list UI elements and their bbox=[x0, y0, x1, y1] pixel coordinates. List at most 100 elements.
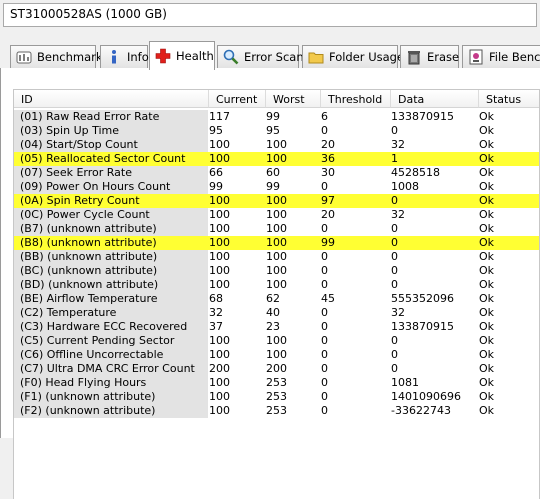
table-row[interactable]: (03) Spin Up Time 95 95 0 0 Ok bbox=[14, 124, 539, 138]
cell-threshold: 0 bbox=[321, 376, 328, 389]
column-header-current[interactable]: Current bbox=[209, 90, 266, 108]
tab-error-scan[interactable]: Error Scan bbox=[217, 45, 304, 68]
column-header-threshold[interactable]: Threshold bbox=[321, 90, 391, 108]
cell-threshold: 0 bbox=[321, 334, 328, 347]
cell-data: 0 bbox=[391, 334, 398, 347]
cell-current: 100 bbox=[209, 404, 230, 417]
table-row[interactable]: (C3) Hardware ECC Recovered 37 23 0 13387091… bbox=[14, 320, 539, 334]
table-row[interactable]: (07) Seek Error Rate 66 60 30 4528518 Ok bbox=[14, 166, 539, 180]
tab-benchmark[interactable]: Benchmark bbox=[10, 45, 103, 68]
cell-data: 32 bbox=[391, 208, 405, 221]
table-header: ID Current Worst Threshold Data Status bbox=[14, 90, 539, 108]
cell-data: 0 bbox=[391, 124, 398, 137]
cell-status: Ok bbox=[479, 362, 495, 375]
cell-id: (0C) Power Cycle Count bbox=[14, 208, 208, 222]
cell-data: 32 bbox=[391, 306, 405, 319]
cell-current: 100 bbox=[209, 208, 230, 221]
table-row[interactable]: (F2) (unknown attribute) 100 253 0 -33622743… bbox=[14, 404, 539, 418]
cell-data: 4528518 bbox=[391, 166, 440, 179]
cell-worst: 95 bbox=[266, 124, 280, 137]
cell-status: Ok bbox=[479, 250, 495, 263]
table-row[interactable]: (C7) Ultra DMA CRC Error Count 200 200 0 0 Ok bbox=[14, 362, 539, 376]
table-row[interactable]: (C5) Current Pending Sector 100 100 0 0 Ok bbox=[14, 334, 539, 348]
cell-current: 100 bbox=[209, 138, 230, 151]
cell-current: 100 bbox=[209, 222, 230, 235]
drive-selector[interactable]: ST31000528AS (1000 GB) bbox=[3, 3, 537, 27]
table-row[interactable]: (09) Power On Hours Count 99 99 0 1008 Ok bbox=[14, 180, 539, 194]
trash-icon bbox=[408, 51, 420, 65]
cell-worst: 200 bbox=[266, 362, 287, 375]
table-row[interactable]: (C6) Offline Uncorrectable 100 100 0 0 Ok bbox=[14, 348, 539, 362]
table-row[interactable]: (0A) Spin Retry Count 100 100 97 0 Ok bbox=[14, 194, 539, 208]
table-row[interactable]: (B8) (unknown attribute) 100 100 99 0 Ok bbox=[14, 236, 539, 250]
cell-status: Ok bbox=[479, 376, 495, 389]
cell-status: Ok bbox=[479, 138, 495, 151]
cell-current: 200 bbox=[209, 362, 230, 375]
cell-threshold: 97 bbox=[321, 194, 335, 207]
cell-current: 100 bbox=[209, 376, 230, 389]
cell-data: 0 bbox=[391, 250, 398, 263]
cell-status: Ok bbox=[479, 180, 495, 193]
column-header-status[interactable]: Status bbox=[479, 90, 539, 108]
table-body: (01) Raw Read Error Rate 117 99 6 133870915 O… bbox=[14, 110, 539, 418]
table-row[interactable]: (BD) (unknown attribute) 100 100 0 0 Ok bbox=[14, 278, 539, 292]
table-row[interactable]: (04) Start/Stop Count 100 100 20 32 Ok bbox=[14, 138, 539, 152]
tab-folder-usage[interactable]: Folder Usage bbox=[302, 45, 404, 68]
cell-id: (05) Reallocated Sector Count bbox=[20, 152, 186, 165]
table-row[interactable]: (BB) (unknown attribute) 100 100 0 0 Ok bbox=[14, 250, 539, 264]
column-header-data[interactable]: Data bbox=[391, 90, 479, 108]
cell-current: 32 bbox=[209, 306, 223, 319]
table-row[interactable]: (BE) Airflow Temperature 68 62 45 555352096 O… bbox=[14, 292, 539, 306]
cell-data: 0 bbox=[391, 348, 398, 361]
cell-threshold: 0 bbox=[321, 278, 328, 291]
cell-id: (0A) Spin Retry Count bbox=[20, 194, 140, 207]
cell-threshold: 0 bbox=[321, 348, 328, 361]
table-row[interactable]: (BC) (unknown attribute) 100 100 0 0 Ok bbox=[14, 264, 539, 278]
cell-worst: 253 bbox=[266, 404, 287, 417]
info-icon bbox=[112, 50, 116, 64]
table-row[interactable]: (05) Reallocated Sector Count 100 100 36 1 Ok bbox=[14, 152, 539, 166]
table-row[interactable]: (01) Raw Read Error Rate 117 99 6 133870915 O… bbox=[14, 110, 539, 124]
cell-current: 100 bbox=[209, 152, 230, 165]
cell-id: (B8) (unknown attribute) bbox=[20, 236, 157, 249]
cell-id: (BC) (unknown attribute) bbox=[14, 264, 208, 278]
tab-health[interactable]: Health bbox=[149, 41, 215, 70]
cell-threshold: 0 bbox=[321, 320, 328, 333]
folder-icon bbox=[308, 52, 324, 64]
cell-data: 555352096 bbox=[391, 292, 454, 305]
cell-current: 37 bbox=[209, 320, 223, 333]
cell-status: Ok bbox=[479, 236, 495, 249]
cell-status: Ok bbox=[479, 152, 495, 165]
health-panel: ID Current Worst Threshold Data Status (… bbox=[0, 68, 540, 499]
cell-threshold: 0 bbox=[321, 180, 328, 193]
cell-data: 1008 bbox=[391, 180, 419, 193]
table-row[interactable]: (F1) (unknown attribute) 100 253 0 140109069… bbox=[14, 390, 539, 404]
tab-label: Error Scan bbox=[244, 50, 304, 64]
column-header-worst[interactable]: Worst bbox=[266, 90, 321, 108]
tab-erase[interactable]: Erase bbox=[400, 45, 459, 68]
tab-info[interactable]: Info bbox=[100, 45, 149, 68]
cell-id: (F0) Head Flying Hours bbox=[14, 376, 208, 390]
cell-threshold: 0 bbox=[321, 250, 328, 263]
tab-file-bench[interactable]: File Bench bbox=[462, 45, 540, 68]
tab-bar: Benchmark Info Health Error Scan Folder … bbox=[0, 39, 540, 70]
cell-status: Ok bbox=[479, 390, 495, 403]
table-row[interactable]: (C2) Temperature 32 40 0 32 Ok bbox=[14, 306, 539, 320]
tab-label: Folder Usage bbox=[329, 50, 405, 64]
cell-worst: 100 bbox=[266, 208, 287, 221]
cell-id: (C6) Offline Uncorrectable bbox=[14, 348, 208, 362]
cell-status: Ok bbox=[479, 306, 495, 319]
column-header-id[interactable]: ID bbox=[14, 90, 209, 108]
table-row[interactable]: (0C) Power Cycle Count 100 100 20 32 Ok bbox=[14, 208, 539, 222]
cell-data: 32 bbox=[391, 138, 405, 151]
cell-data: 0 bbox=[391, 236, 398, 249]
cell-data: 133870915 bbox=[391, 110, 454, 123]
table-row[interactable]: (B7) (unknown attribute) 100 100 0 0 Ok bbox=[14, 222, 539, 236]
cell-threshold: 0 bbox=[321, 306, 328, 319]
benchmark-icon bbox=[16, 51, 32, 64]
tab-label: Info bbox=[127, 50, 149, 64]
table-row[interactable]: (F0) Head Flying Hours 100 253 0 1081 Ok bbox=[14, 376, 539, 390]
cell-id: (BD) (unknown attribute) bbox=[14, 278, 208, 292]
cell-worst: 100 bbox=[266, 236, 287, 249]
cell-current: 100 bbox=[209, 348, 230, 361]
